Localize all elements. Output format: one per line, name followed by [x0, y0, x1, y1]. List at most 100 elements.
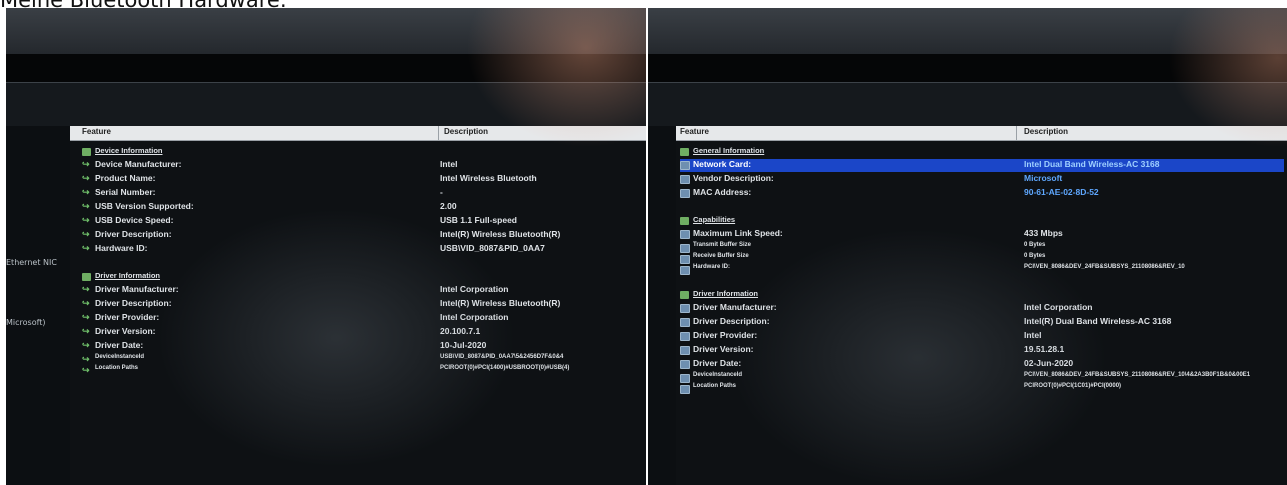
property-icon [680, 175, 690, 184]
feature-label: Hardware ID: [693, 264, 731, 270]
property-arrow-icon: ↪ [82, 159, 90, 169]
property-icon [680, 360, 690, 369]
details-column-header: Feature Description [676, 126, 1287, 141]
detail-row[interactable]: Driver Version: 19.51.28.1 [680, 344, 1284, 357]
tree-item-microsoft[interactable]: Microsoft) [6, 318, 46, 327]
property-icon [680, 332, 690, 341]
collapse-icon[interactable] [82, 273, 91, 281]
collapse-icon[interactable] [82, 148, 91, 156]
feature-label: Driver Manufacturer: [95, 284, 179, 294]
detail-row[interactable]: ↪ USB Version Supported: 2.00 [82, 201, 642, 214]
feature-label: Driver Date: [693, 358, 742, 368]
detail-row[interactable]: MAC Address: 90-61-AE-02-8D-52 [680, 187, 1284, 200]
feature-column-header[interactable]: Feature [680, 127, 709, 136]
section-header[interactable]: Device Information [82, 146, 642, 159]
collapse-icon[interactable] [680, 217, 689, 225]
description-value: 433 Mbps [1024, 228, 1063, 238]
description-value: PCI\VEN_8086&DEV_24FB&SUBSYS_21108086&RE… [1024, 372, 1251, 378]
detail-row[interactable]: ↪ Hardware ID: USB\VID_8087&PID_0AA7 [82, 243, 642, 256]
section-header[interactable]: Capabilities [680, 215, 1284, 228]
description-value: Intel Corporation [1024, 302, 1093, 312]
detail-row[interactable]: Driver Description: Intel(R) Dual Band Wi… [680, 316, 1284, 329]
detail-row[interactable]: ↪ Serial Number: - [82, 187, 642, 200]
feature-label: Device Information [95, 146, 163, 155]
feature-label: Driver Description: [95, 298, 172, 308]
detail-row[interactable]: ↪ Driver Version: 20.100.7.1 [82, 326, 642, 339]
detail-row[interactable]: Maximum Link Speed: 433 Mbps [680, 228, 1284, 241]
detail-row[interactable]: ↪ Driver Provider: Intel Corporation [82, 312, 642, 325]
detail-row[interactable]: Location Paths PCIROOT(0)#PCI(1C01)#PCI(0… [680, 383, 1284, 396]
description-value: PCIROOT(0)#PCI(1C01)#PCI(0000) [1024, 383, 1122, 389]
feature-label: DeviceInstanceId [95, 354, 145, 360]
detail-row[interactable]: ↪ Driver Date: 10-Jul-2020 [82, 340, 642, 353]
tree-item-ethernet[interactable]: Ethernet NIC [6, 258, 57, 267]
description-column-header[interactable]: Description [1024, 127, 1068, 136]
device-tree-pane[interactable] [648, 126, 676, 485]
property-icon [680, 230, 690, 239]
detail-row[interactable]: ↪ Driver Description: Intel(R) Wireless Bl… [82, 298, 642, 311]
description-value: 02-Jun-2020 [1024, 358, 1074, 368]
window-toolbar [648, 82, 1287, 127]
description-value: USB\VID_8087&PID_0AA7 [440, 243, 545, 253]
description-value: 0 Bytes [1024, 242, 1046, 248]
detail-row[interactable]: ↪ Driver Manufacturer: Intel Corporation [82, 284, 642, 297]
collapse-icon[interactable] [680, 148, 689, 156]
feature-label: Product Name: [95, 173, 156, 183]
feature-label: Vendor Description: [693, 173, 774, 183]
detail-row[interactable]: ↪ Location Paths PCIROOT(0)#PCI(1400)#USBR… [82, 365, 642, 378]
feature-label: DeviceInstanceId [693, 372, 743, 378]
feature-label: Driver Version: [95, 326, 156, 336]
feature-label: Driver Date: [95, 340, 144, 350]
property-icon [680, 244, 690, 253]
property-arrow-icon: ↪ [82, 298, 90, 308]
detail-row[interactable]: ↪ Product Name: Intel Wireless Bluetooth [82, 173, 642, 186]
description-value: 20.100.7.1 [440, 326, 481, 336]
feature-label: Driver Description: [95, 229, 172, 239]
column-divider[interactable] [1016, 126, 1017, 140]
property-icon [680, 161, 690, 170]
description-value: Intel Corporation [440, 312, 509, 322]
window-menubar [6, 54, 646, 82]
section-header[interactable]: General Information [680, 146, 1284, 159]
section-header[interactable]: Driver Information [82, 271, 642, 284]
feature-label: Driver Manufacturer: [693, 302, 777, 312]
detail-row[interactable]: Hardware ID: PCI\VEN_8086&DEV_24FB&SUBSYS… [680, 264, 1284, 277]
detail-row[interactable]: Network Card: Intel Dual Band Wireless-AC… [680, 159, 1284, 172]
description-value: 90-61-AE-02-8D-52 [1024, 187, 1099, 197]
property-arrow-icon: ↪ [82, 229, 90, 239]
feature-label: Transmit Buffer Size [693, 242, 752, 248]
detail-row[interactable]: Driver Manufacturer: Intel Corporation [680, 302, 1284, 315]
feature-label: Driver Provider: [95, 312, 160, 322]
feature-label: General Information [693, 146, 765, 155]
left-screen-photo: Ethernet NIC Microsoft) Feature Descript… [6, 8, 646, 485]
description-column-header[interactable]: Description [444, 127, 488, 136]
detail-row[interactable]: ↪ USB Device Speed: USB 1.1 Full-speed [82, 215, 642, 228]
property-arrow-icon: ↪ [82, 215, 90, 225]
detail-row[interactable]: Driver Provider: Intel [680, 330, 1284, 343]
property-arrow-icon: ↪ [82, 201, 90, 211]
section-header[interactable]: Driver Information [680, 289, 1284, 302]
property-icon [680, 255, 690, 264]
feature-label: Driver Description: [693, 316, 770, 326]
property-icon [680, 346, 690, 355]
feature-label: Driver Version: [693, 344, 754, 354]
detail-row[interactable]: Vendor Description: Microsoft [680, 173, 1284, 186]
property-arrow-icon: ↪ [82, 187, 90, 197]
column-divider[interactable] [438, 126, 439, 140]
feature-label: USB Device Speed: [95, 215, 174, 225]
window-titlebar [648, 8, 1287, 54]
collapse-icon[interactable] [680, 291, 689, 299]
feature-label: Serial Number: [95, 187, 156, 197]
window-menubar [648, 54, 1287, 82]
detail-row[interactable]: Driver Date: 02-Jun-2020 [680, 358, 1284, 371]
detail-row[interactable]: ↪ Device Manufacturer: Intel [82, 159, 642, 172]
description-value: Intel(R) Wireless Bluetooth(R) [440, 298, 561, 308]
feature-label: Driver Information [693, 289, 759, 298]
feature-label: Location Paths [95, 365, 139, 371]
detail-row[interactable]: ↪ Driver Description: Intel(R) Wireless Bl… [82, 229, 642, 242]
property-arrow-icon: ↪ [82, 365, 90, 375]
feature-column-header[interactable]: Feature [82, 127, 111, 136]
device-tree-pane[interactable]: Ethernet NIC Microsoft) [6, 126, 70, 485]
description-value: 19.51.28.1 [1024, 344, 1065, 354]
property-arrow-icon: ↪ [82, 173, 90, 183]
